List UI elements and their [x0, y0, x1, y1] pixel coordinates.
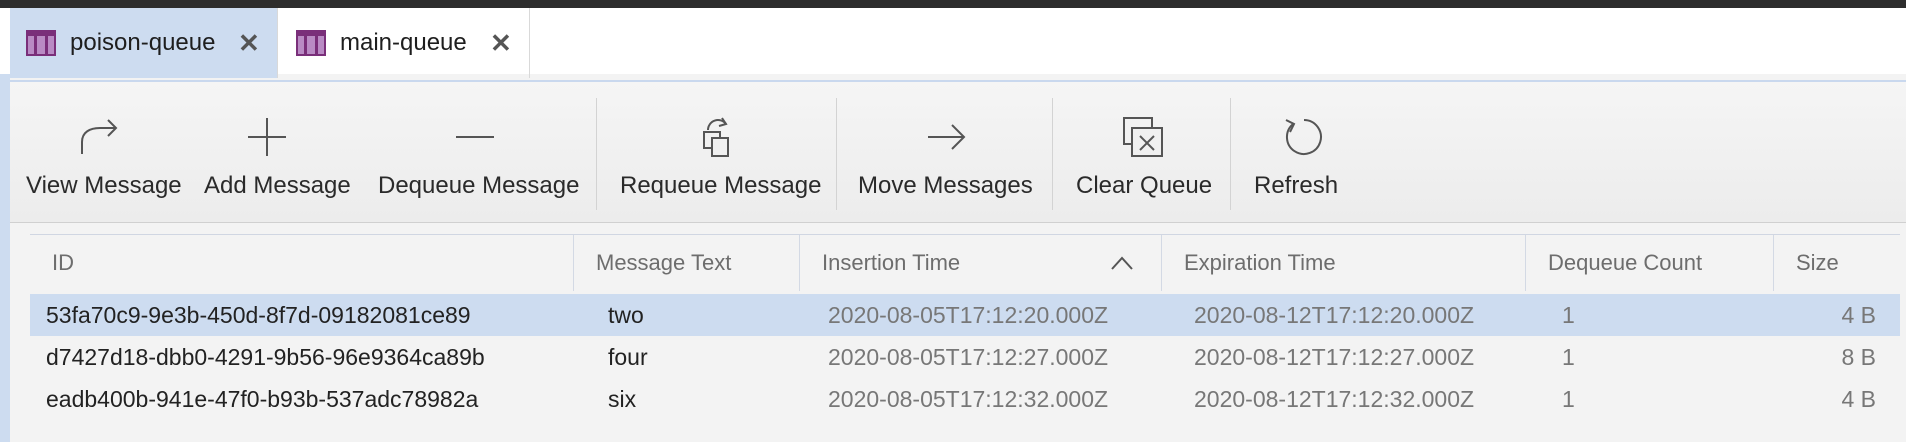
toolbar-separator: [1052, 98, 1053, 210]
toolbar-separator: [836, 98, 837, 210]
plus-icon: [248, 118, 286, 156]
queue-icon: [26, 30, 56, 56]
right-arrow-icon: [928, 124, 966, 150]
dequeue-message-button[interactable]: Dequeue Message: [378, 82, 579, 222]
button-label: Move Messages: [858, 172, 1033, 199]
column-header-id[interactable]: ID: [30, 235, 574, 291]
move-messages-button[interactable]: Move Messages: [858, 82, 1034, 222]
button-label: Requeue Message: [620, 172, 822, 199]
cell-expiration-time: 2020-08-12T17:12:32.000Z: [1194, 386, 1475, 412]
table-row[interactable]: eadb400b-941e-47f0-b93b-537adc78982a six…: [30, 378, 1900, 420]
cell-expiration-time: 2020-08-12T17:12:27.000Z: [1194, 344, 1475, 370]
cell-insertion-time: 2020-08-05T17:12:32.000Z: [828, 386, 1109, 412]
cell-size: 8 B: [1841, 344, 1876, 370]
column-header-message-text[interactable]: Message Text: [574, 235, 800, 291]
cell-insertion-time: 2020-08-05T17:12:27.000Z: [828, 344, 1109, 370]
cell-id: eadb400b-941e-47f0-b93b-537adc78982a: [46, 386, 479, 412]
cell-insertion-time: 2020-08-05T17:12:20.000Z: [828, 302, 1109, 328]
cell-dequeue-count: 1: [1562, 302, 1575, 328]
view-message-button[interactable]: View Message: [26, 82, 182, 222]
close-icon[interactable]: ✕: [238, 28, 260, 59]
forward-arrow-icon: [81, 119, 118, 154]
cell-size: 4 B: [1841, 386, 1876, 412]
button-label: Refresh: [1254, 172, 1339, 199]
cell-message-text: six: [608, 386, 637, 412]
button-label: View Message: [26, 172, 182, 199]
cell-size: 4 B: [1841, 302, 1876, 328]
cell-id: 53fa70c9-9e3b-450d-8f7d-09182081ce89: [46, 302, 471, 328]
column-header-dequeue-count[interactable]: Dequeue Count: [1526, 235, 1774, 291]
column-header-size[interactable]: Size: [1774, 235, 1900, 291]
refresh-button[interactable]: Refresh: [1252, 82, 1352, 222]
close-icon[interactable]: ✕: [490, 28, 512, 59]
toolbar: View Message Add Message Dequeue Message…: [10, 80, 1906, 223]
button-label: Dequeue Message: [378, 172, 580, 199]
tab-bar: poison-queue ✕ main-queue ✕: [0, 8, 1906, 78]
minus-icon: [456, 136, 494, 138]
toolbar-separator: [596, 98, 597, 210]
button-label: Clear Queue: [1076, 172, 1213, 199]
table-row[interactable]: 53fa70c9-9e3b-450d-8f7d-09182081ce89 two…: [30, 294, 1900, 336]
sort-ascending-icon: [1111, 256, 1133, 270]
cell-id: d7427d18-dbb0-4291-9b56-96e9364ca89b: [46, 344, 485, 370]
window-top-strip: [0, 0, 1906, 8]
refresh-icon: [1285, 119, 1322, 155]
cell-message-text: two: [608, 302, 644, 328]
table-row[interactable]: d7427d18-dbb0-4291-9b56-96e9364ca89b fou…: [30, 336, 1900, 378]
button-label: Add Message: [204, 172, 351, 199]
requeue-message-button[interactable]: Requeue Message: [620, 82, 821, 222]
clear-queue-icon: [1123, 117, 1163, 157]
cell-dequeue-count: 1: [1562, 344, 1575, 370]
left-edge-accent: [0, 74, 10, 442]
tab-label: poison-queue: [70, 29, 216, 56]
column-label: Insertion Time: [822, 250, 961, 275]
tab-main-queue[interactable]: main-queue ✕: [280, 8, 530, 78]
cell-message-text: four: [608, 344, 648, 370]
add-message-button[interactable]: Add Message: [202, 82, 351, 222]
tab-poison-queue[interactable]: poison-queue ✕: [10, 8, 278, 78]
queue-icon: [296, 30, 326, 56]
requeue-icon: [703, 117, 729, 157]
column-header-expiration-time[interactable]: Expiration Time: [1162, 235, 1526, 291]
toolbar-separator: [1230, 98, 1231, 210]
cell-expiration-time: 2020-08-12T17:12:20.000Z: [1194, 302, 1475, 328]
column-header-insertion-time[interactable]: Insertion Time: [800, 235, 1162, 291]
grid-header: ID Message Text Insertion Time Expiratio…: [30, 234, 1900, 291]
clear-queue-button[interactable]: Clear Queue: [1074, 82, 1214, 222]
tab-label: main-queue: [340, 29, 467, 56]
cell-dequeue-count: 1: [1562, 386, 1575, 412]
